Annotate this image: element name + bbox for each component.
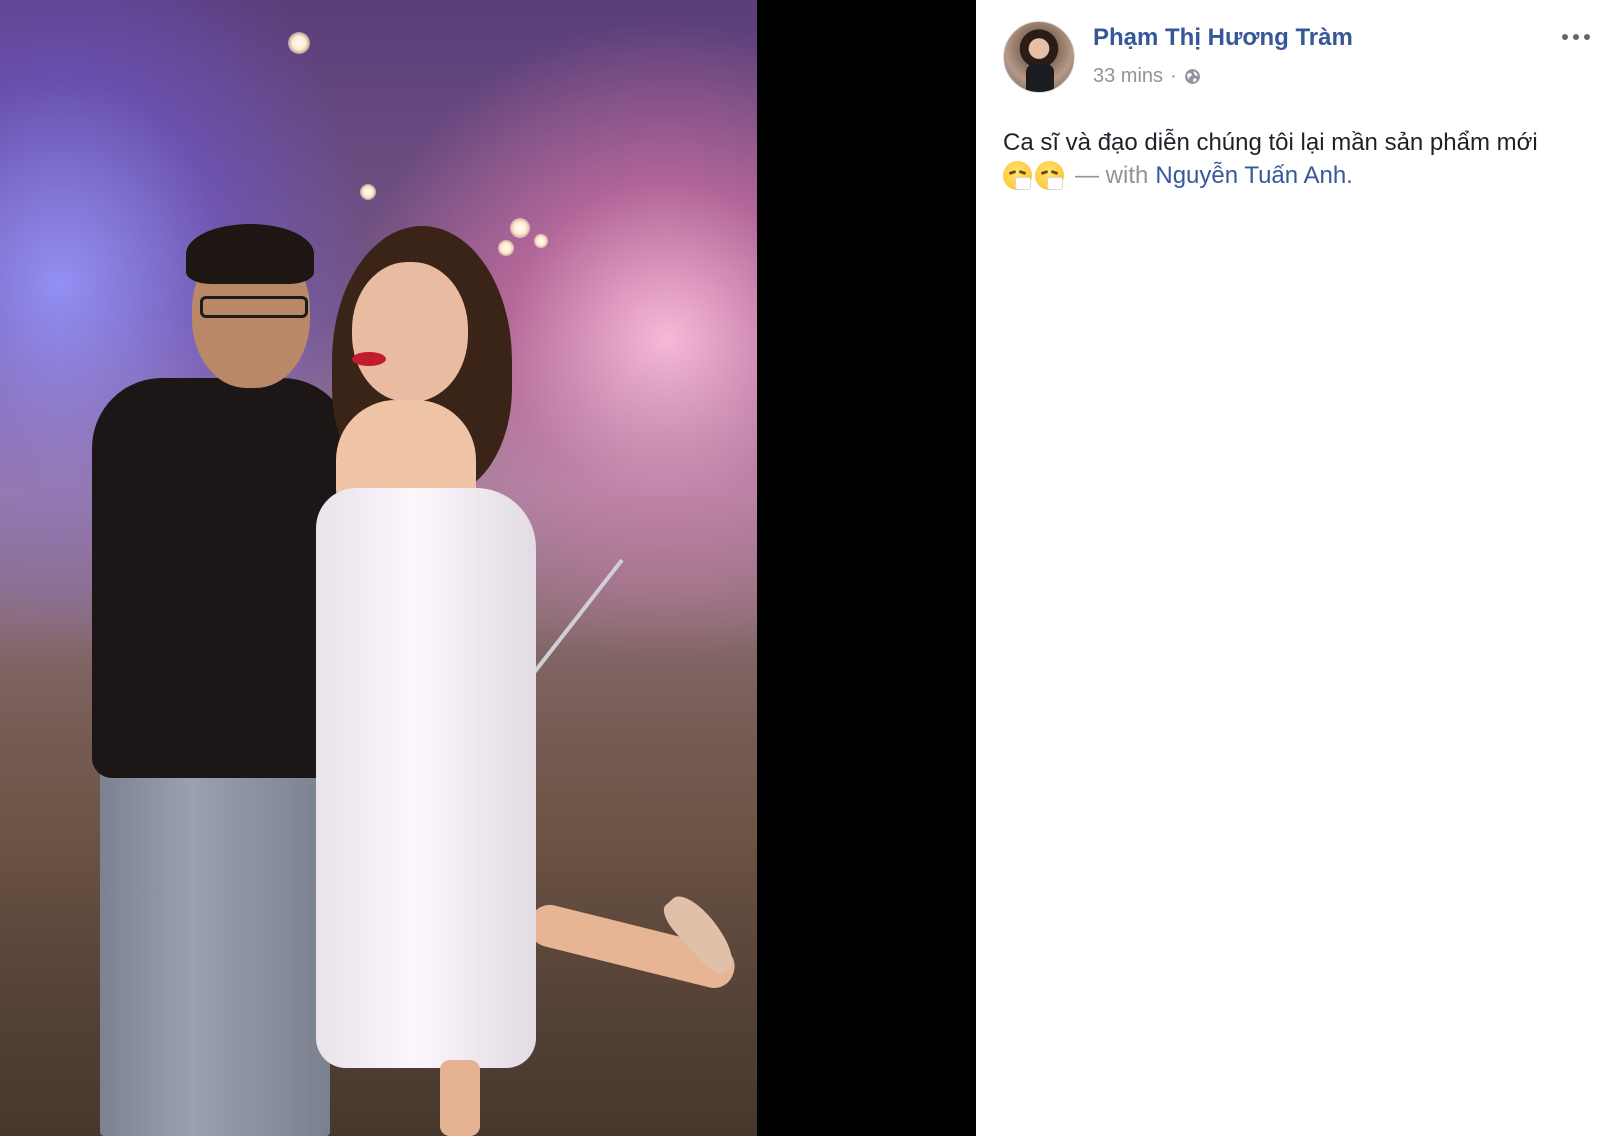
ellipsis-dot xyxy=(1584,34,1590,40)
ellipsis-dot xyxy=(1562,34,1568,40)
sneezing-face-icon xyxy=(1035,161,1064,190)
photo-viewer: Phạm Thị Hương Tràm 33 mins · Ca sĩ và đ… xyxy=(0,0,1610,1136)
author-name-link[interactable]: Phạm Thị Hương Tràm xyxy=(1093,24,1353,52)
post-timestamp[interactable]: 33 mins xyxy=(1093,65,1163,88)
photo-light xyxy=(510,218,530,238)
woman-dress xyxy=(316,488,536,1068)
man-jeans xyxy=(100,740,330,1136)
avatar-figure xyxy=(1026,64,1054,92)
ellipsis-dot xyxy=(1573,34,1579,40)
photo-light xyxy=(288,32,310,54)
tagged-person-link[interactable]: Nguyễn Tuấn Anh. xyxy=(1155,159,1352,192)
sneezing-face-icon xyxy=(1003,161,1032,190)
post-message-line: — with Nguyễn Tuấn Anh. xyxy=(1003,159,1603,192)
man-hair xyxy=(186,224,314,284)
photo-stage xyxy=(0,0,976,1136)
photo-light xyxy=(360,184,376,200)
post-photo[interactable] xyxy=(0,0,757,1136)
globe-icon[interactable] xyxy=(1184,68,1201,85)
photo-light xyxy=(498,240,514,256)
photo-light xyxy=(534,234,548,248)
man-glasses xyxy=(200,296,308,318)
man-shirt xyxy=(92,378,352,778)
post-message-line: Ca sĩ và đạo diễn chúng tôi lại mần sản … xyxy=(1003,129,1538,156)
woman-face xyxy=(352,262,468,402)
with-label: — with xyxy=(1075,162,1149,189)
post-meta: 33 mins · xyxy=(1093,65,1201,88)
woman-calf xyxy=(440,1060,480,1136)
woman-lips xyxy=(352,352,386,366)
ellipsis-icon[interactable] xyxy=(1562,30,1590,44)
author-avatar[interactable] xyxy=(1003,21,1075,93)
meta-separator: · xyxy=(1170,65,1177,87)
post-message: Ca sĩ và đạo diễn chúng tôi lại mần sản … xyxy=(1003,126,1603,192)
